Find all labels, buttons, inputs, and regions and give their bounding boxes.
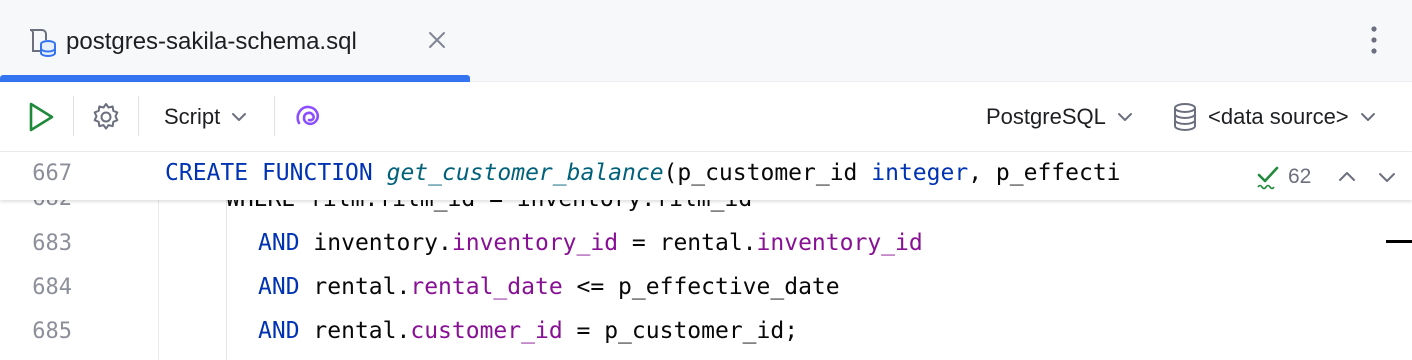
function-name: get_customer_balance [386, 160, 664, 186]
code-text: rental. [313, 274, 411, 300]
ai-assistant-button[interactable] [292, 82, 324, 152]
code-text: rental. [313, 318, 411, 344]
code-line: AND rental.customer_id = p_customer_id; [258, 318, 798, 344]
toolbar-separator [274, 96, 275, 136]
column-ref: customer_id [410, 318, 563, 344]
code-line: AND rental.rental_date <= p_effective_da… [258, 274, 840, 300]
code-text: inventory. [313, 230, 452, 256]
keyword: AND [258, 230, 300, 256]
inspection-widget[interactable]: 62 [1256, 162, 1311, 192]
data-source-dropdown[interactable]: <data source> [1172, 82, 1377, 152]
sticky-line-header[interactable]: 667 CREATE FUNCTION get_customer_balance… [0, 152, 1412, 200]
run-button[interactable] [26, 82, 56, 152]
code-text: , p_effecti [968, 160, 1121, 186]
chevron-down-icon [1360, 113, 1375, 121]
keyword: CREATE [165, 160, 249, 186]
scrollbar-marker[interactable] [1386, 240, 1412, 243]
chevron-down-icon[interactable] [1376, 166, 1398, 188]
script-mode-label: Script [164, 104, 221, 129]
database-icon [1174, 103, 1196, 131]
code-text: = p_customer_id; [562, 318, 799, 344]
code-text: <= p_effective_date [562, 274, 840, 300]
sql-file-icon [29, 29, 56, 57]
column-ref: inventory_id [756, 230, 923, 256]
code-editor[interactable]: 667 CREATE FUNCTION get_customer_balance… [0, 152, 1412, 360]
chevron-up-icon[interactable] [1336, 166, 1358, 188]
line-number: 683 [32, 231, 72, 256]
sticky-code-line: CREATE FUNCTION get_customer_balance(p_c… [165, 160, 1121, 186]
chevron-down-icon [1117, 113, 1132, 121]
line-number: 685 [32, 319, 72, 344]
keyword: AND [258, 318, 300, 344]
gear-icon [93, 103, 119, 130]
toolbar-separator [73, 96, 74, 136]
code-text: (p_customer_id [663, 160, 872, 186]
sql-dialect-label: PostgreSQL [986, 104, 1106, 129]
more-options-icon[interactable] [1362, 24, 1386, 56]
script-mode-dropdown[interactable]: Script [164, 82, 248, 152]
file-tab[interactable]: postgres-sakila-schema.sql [0, 0, 470, 82]
settings-button[interactable] [90, 82, 122, 152]
editor-tab-bar: postgres-sakila-schema.sql [0, 0, 1412, 82]
inspection-count: 62 [1288, 165, 1312, 188]
editor-toolbar: Script PostgreSQL <data source> [0, 82, 1412, 152]
type-keyword: integer [871, 160, 969, 186]
data-source-label: <data source> [1208, 104, 1349, 129]
keyword: AND [258, 274, 300, 300]
column-ref: rental_date [410, 274, 563, 300]
sql-dialect-dropdown[interactable]: PostgreSQL [986, 82, 1134, 152]
indent-guide [226, 200, 227, 360]
tab-title: postgres-sakila-schema.sql [66, 28, 357, 55]
close-icon[interactable] [426, 29, 448, 51]
check-icon [1257, 166, 1279, 190]
ai-assistant-icon [296, 105, 320, 126]
code-line: AND inventory.inventory_id = rental.inve… [258, 230, 923, 256]
toolbar-separator [138, 96, 139, 136]
line-number: 684 [32, 275, 72, 300]
column-ref: inventory_id [451, 230, 619, 256]
chevron-down-icon [232, 113, 247, 121]
code-text: = rental. [618, 230, 757, 256]
keyword: FUNCTION [261, 160, 373, 186]
active-tab-indicator [0, 75, 470, 82]
line-number: 667 [32, 161, 72, 186]
play-icon [29, 102, 54, 132]
